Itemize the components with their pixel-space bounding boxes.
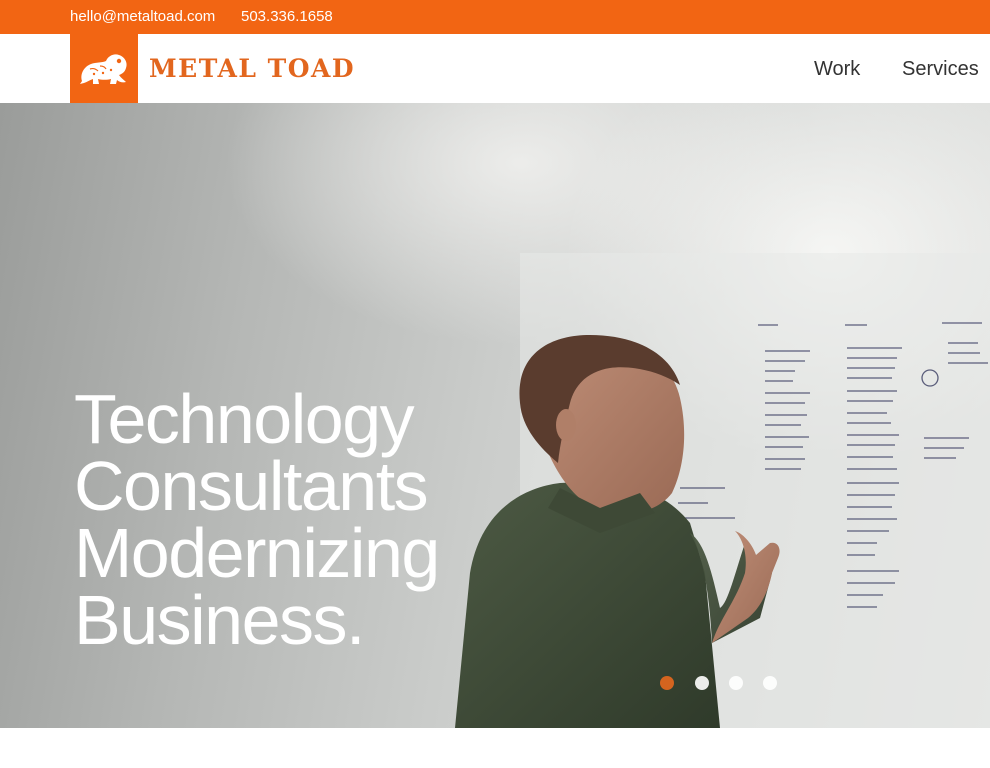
toad-icon [80,54,127,84]
top-contact-bar: hello@metaltoad.com 503.336.1658 [0,0,990,34]
hero-title-line: Modernizing [74,514,440,592]
slide-dot-1[interactable] [660,676,674,690]
email-link[interactable]: hello@metaltoad.com [70,8,215,26]
page-content-below [0,728,990,768]
nav-services[interactable]: Services [902,57,979,81]
logo-wordmark[interactable]: METAL TOAD [149,55,355,83]
phone-link[interactable]: 503.336.1658 [241,8,333,26]
hero-title-line: Consultants [74,447,429,525]
slide-dot-4[interactable] [763,676,777,690]
site-header: METAL TOAD Work Services [0,34,990,103]
logo-link[interactable] [70,34,138,103]
hero-title-line: Business. [74,581,365,659]
slide-dot-3[interactable] [729,676,743,690]
hero-title: Technology Consultants Modernizing Busin… [74,380,440,659]
hero-title-line: Technology [74,380,415,458]
slide-dot-2[interactable] [695,676,709,690]
nav-work[interactable]: Work [814,57,860,81]
hero-banner: Technology Consultants Modernizing Busin… [0,103,990,728]
